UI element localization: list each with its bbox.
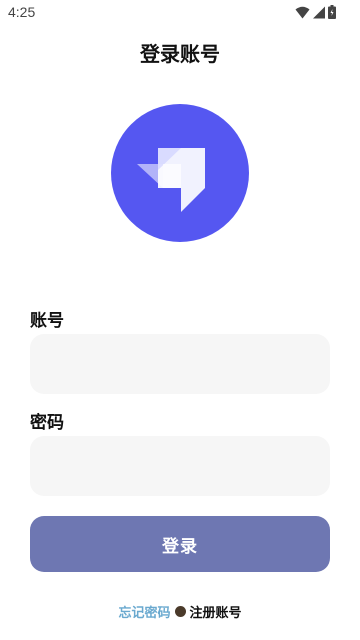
cell-signal-icon — [313, 6, 325, 18]
bottom-links: 忘记密码 注册账号 — [0, 602, 360, 621]
account-label: 账号 — [30, 311, 64, 331]
status-time: 4:25 — [8, 4, 36, 20]
password-input[interactable] — [30, 436, 330, 496]
separator-dot — [174, 606, 186, 617]
forgot-password-link[interactable]: 忘记密码 — [118, 602, 170, 621]
battery-icon — [328, 5, 336, 19]
page-title: 登录账号 — [140, 42, 220, 66]
app-logo-icon — [111, 104, 249, 242]
register-link[interactable]: 注册账号 — [190, 602, 242, 621]
password-label: 密码 — [30, 413, 64, 433]
status-icons — [295, 5, 336, 19]
account-input[interactable] — [30, 334, 330, 394]
wifi-icon — [295, 6, 310, 18]
status-bar: 4:25 — [0, 0, 360, 24]
login-button[interactable]: 登录 — [30, 516, 330, 572]
